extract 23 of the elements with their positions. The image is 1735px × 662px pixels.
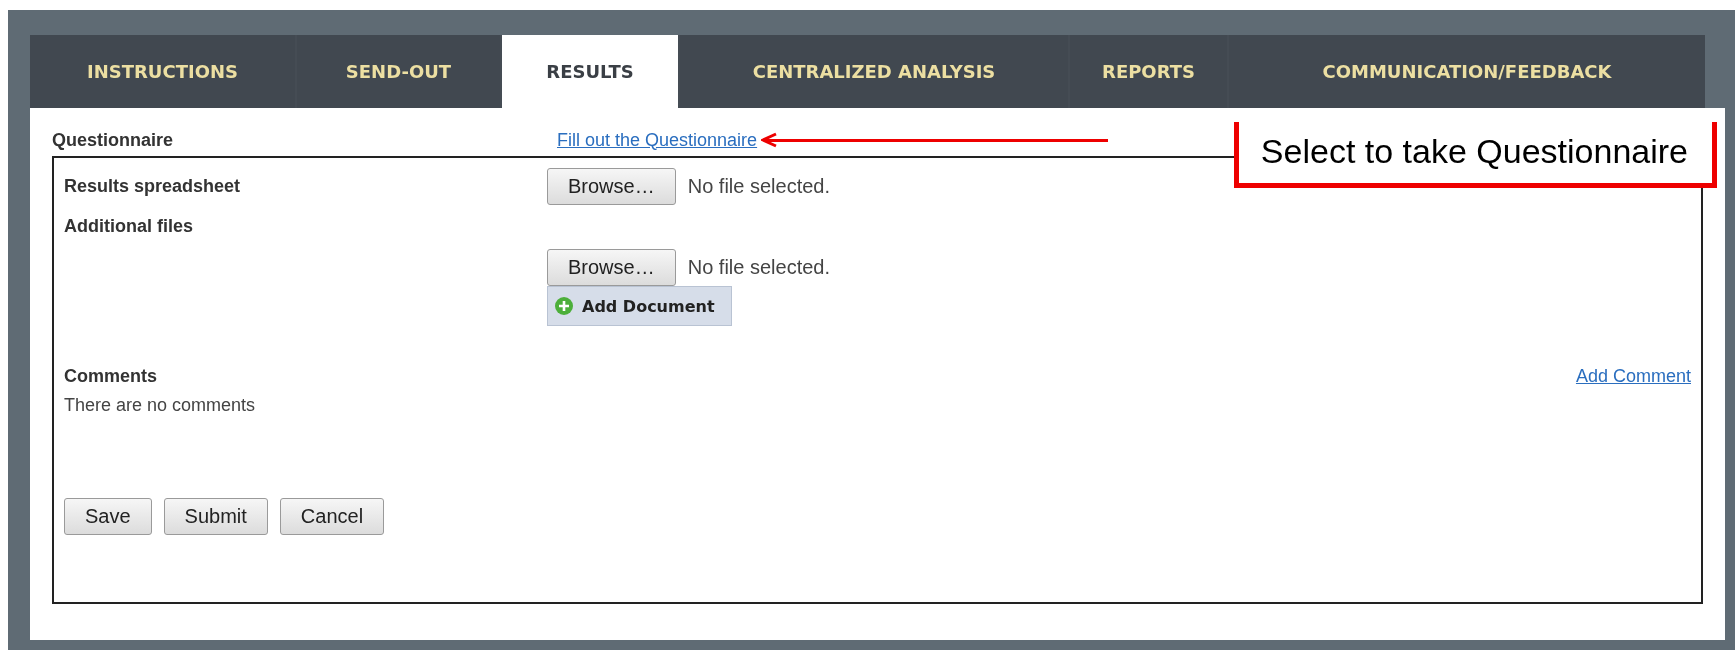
action-button[interactable]: Save — [64, 498, 152, 535]
field-label: Additional files — [64, 215, 194, 237]
add-comment-link[interactable]: Add Comment — [1575, 366, 1691, 387]
callout-box: Select to take Questionnaire — [1233, 122, 1717, 188]
tab[interactable]: CENTRALIZED ANALYSIS — [680, 35, 1068, 108]
questionnaire-link[interactable]: Fill out the Questionnaire — [557, 129, 758, 151]
empty-comments-text: There are no comments — [64, 395, 257, 416]
add-document-button[interactable]: Add Document — [547, 286, 732, 326]
browse-button[interactable]: Browse… — [547, 249, 676, 286]
tab[interactable]: COMMUNICATION/FEEDBACK — [1229, 35, 1705, 108]
field-label: Comments — [64, 366, 157, 387]
tab[interactable]: INSTRUCTIONS — [30, 35, 295, 108]
field-label: Results spreadsheet — [64, 176, 242, 197]
action-button[interactable]: Submit — [163, 498, 268, 535]
action-button[interactable]: Cancel — [279, 498, 385, 535]
tab[interactable]: REPORTS — [1070, 35, 1227, 108]
browse-button[interactable]: Browse… — [547, 168, 676, 205]
field-label: Questionnaire — [52, 129, 175, 151]
tab[interactable]: SEND-OUT — [297, 35, 500, 108]
tab[interactable]: RESULTS — [502, 35, 678, 108]
file-status: No file selected. — [687, 175, 830, 198]
file-status: No file selected. — [687, 256, 830, 279]
plus-icon — [554, 296, 574, 316]
